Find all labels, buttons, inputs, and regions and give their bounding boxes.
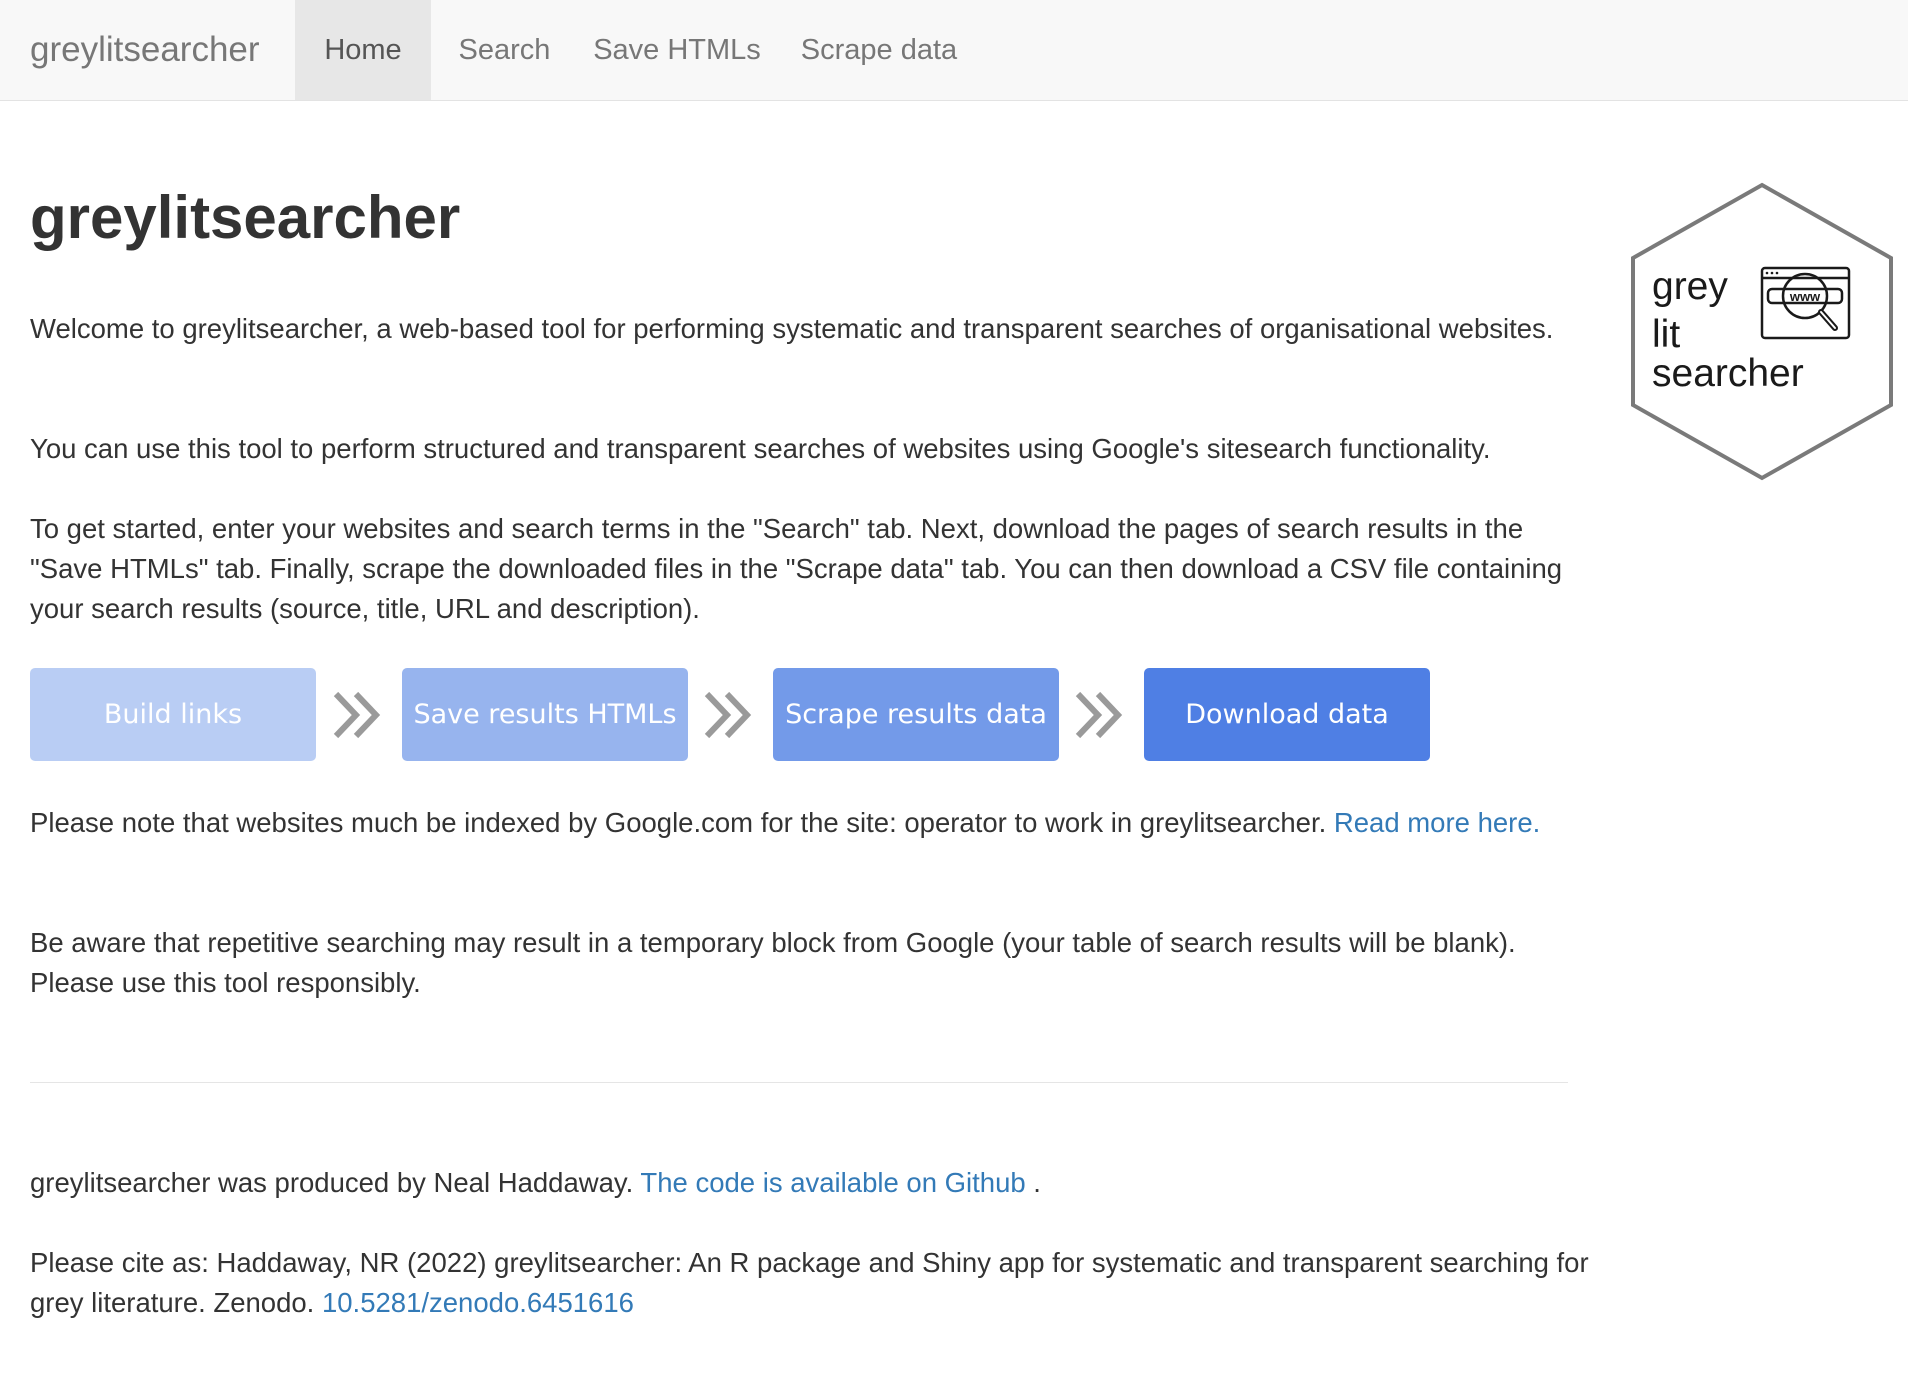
credit-text-end: . <box>1025 1167 1041 1198</box>
build-links-step[interactable]: Build links <box>30 668 316 761</box>
download-data-step[interactable]: Download data <box>1144 668 1430 761</box>
credit-text-body: greylitsearcher was produced by Neal Had… <box>30 1167 641 1198</box>
chevron-right-icon <box>333 691 381 739</box>
usage-text: You can use this tool to perform structu… <box>30 433 1491 464</box>
navbar-brand[interactable]: greylitsearcher <box>30 0 260 100</box>
save-results-htmls-step[interactable]: Save results HTMLs <box>402 668 688 761</box>
page-title: greylitsearcher <box>30 184 461 251</box>
tab-home[interactable]: Home <box>295 0 431 100</box>
credit-text: greylitsearcher was produced by Neal Had… <box>30 1163 1590 1203</box>
logo-text-grey: grey <box>1652 265 1728 308</box>
doi-link[interactable]: 10.5281/zenodo.6451616 <box>322 1287 634 1318</box>
indexing-note: Please note that websites much be indexe… <box>30 803 1590 843</box>
tab-save-htmls[interactable]: Save HTMLs <box>578 0 776 100</box>
tab-search[interactable]: Search <box>431 0 578 100</box>
warning-text: Be aware that repetitive searching may r… <box>30 927 1516 998</box>
divider <box>30 1082 1568 1083</box>
chevron-right-icon <box>1075 691 1123 739</box>
citation-text-body: Please cite as: Haddaway, NR (2022) grey… <box>30 1247 1589 1318</box>
intro-text: Welcome to greylitsearcher, a web-based … <box>30 313 1554 344</box>
citation-text: Please cite as: Haddaway, NR (2022) grey… <box>30 1243 1590 1323</box>
getting-started-text: To get started, enter your websites and … <box>30 513 1563 624</box>
www-badge: www <box>1789 289 1821 304</box>
navbar: greylitsearcher Home Search Save HTMLs S… <box>0 0 1908 101</box>
scrape-results-data-step[interactable]: Scrape results data <box>773 668 1059 761</box>
github-link[interactable]: The code is available on Github <box>640 1167 1025 1198</box>
logo-text-searcher: searcher <box>1652 352 1804 395</box>
logo-text-lit: lit <box>1652 313 1681 356</box>
chevron-right-icon <box>704 691 752 739</box>
indexing-note-text: Please note that websites much be indexe… <box>30 807 1334 838</box>
read-more-link[interactable]: Read more here. <box>1334 807 1540 838</box>
tab-scrape-data[interactable]: Scrape data <box>776 0 982 100</box>
web-search-icon: www <box>1760 266 1851 340</box>
